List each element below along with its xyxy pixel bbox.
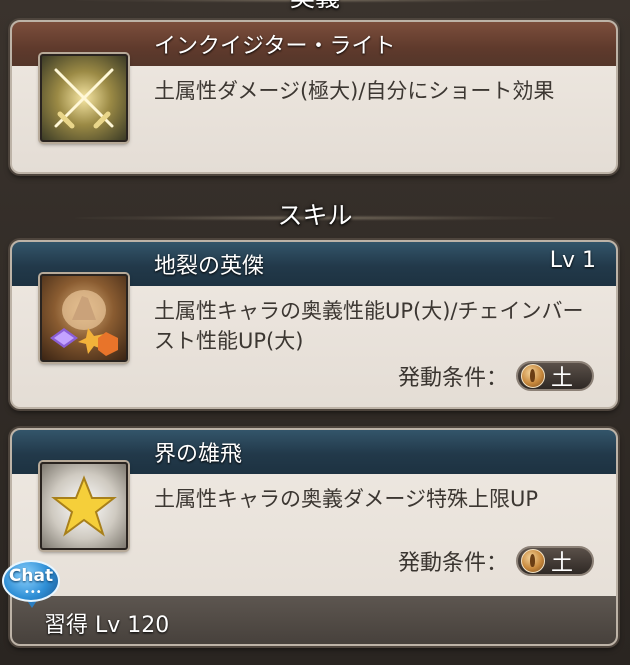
crossed-swords-icon — [40, 54, 128, 142]
ougi-section-title: 奥義 — [278, 0, 352, 16]
ougi-section-header: 奥義 — [0, 0, 630, 16]
character-detail-panel: 奥義 インクイジター・ライト 土属性ダメージ(極大)/自分にショート効果 — [0, 0, 630, 665]
acquire-level-label: 習得 Lv 120 — [44, 613, 170, 638]
skill-description: 土属性キャラの奥義性能UP(大)/チェインバースト性能UP(大) — [154, 299, 584, 353]
activation-condition-label: 発動条件： — [397, 366, 508, 391]
element-badge-label: 土 — [551, 551, 574, 576]
earth-element-icon — [521, 364, 545, 388]
skill-name: 地裂の英傑 — [154, 254, 265, 279]
activation-condition-label: 発動条件： — [397, 551, 508, 576]
chat-dots-icon: ••• — [24, 587, 42, 598]
skill-level: Lv 1 — [549, 248, 596, 273]
skill-card[interactable]: 界の雄飛 土属性キャラの奥義ダメージ特殊上限UP 発動条件： 土 習得 Lv 1… — [10, 428, 618, 646]
activation-condition: 発動条件： 土 — [398, 545, 594, 577]
ougi-card[interactable]: インクイジター・ライト 土属性ダメージ(極大)/自分にショート効果 — [10, 20, 618, 174]
ougi-description: 土属性ダメージ(極大)/自分にショート効果 — [154, 79, 555, 103]
element-badge: 土 — [516, 361, 594, 391]
element-badge-label: 土 — [551, 366, 574, 391]
acquire-level-strip: 習得 Lv 120 — [12, 596, 616, 644]
skill-section-header: スキル — [0, 198, 630, 234]
skill-name: 界の雄飛 — [154, 442, 243, 467]
gold-star-icon — [40, 462, 128, 550]
element-badge: 土 — [516, 546, 594, 576]
skill-card[interactable]: 地裂の英傑 Lv 1 土属性キャラの奥義性能UP(大)/チェインバースト性能UP… — [10, 240, 618, 409]
chat-button[interactable]: Chat ••• — [2, 560, 62, 610]
earth-element-icon — [521, 549, 545, 573]
chat-button-label: Chat — [8, 566, 54, 586]
ougi-name: インクイジター・ライト — [154, 34, 396, 59]
earth-hero-icon — [40, 274, 128, 362]
skill-description: 土属性キャラの奥義ダメージ特殊上限UP — [154, 487, 538, 511]
activation-condition: 発動条件： 土 — [398, 360, 594, 392]
skill-section-title: スキル — [277, 201, 353, 230]
